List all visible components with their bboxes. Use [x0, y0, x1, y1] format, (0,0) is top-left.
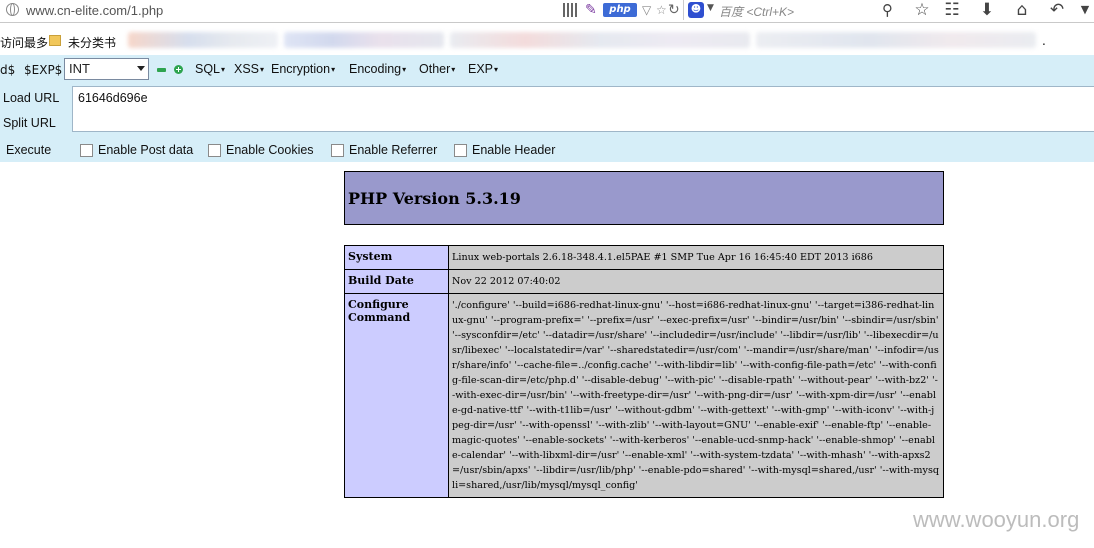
menu-other[interactable]: Other — [419, 62, 455, 76]
redacted-bookmarks — [450, 32, 750, 48]
row-key: System — [344, 245, 449, 270]
table-row: System Linux web-portals 2.6.18-348.4.1.… — [344, 245, 944, 270]
menu-xss[interactable]: XSS — [234, 62, 264, 76]
watermark: www.wooyun.org — [913, 507, 1080, 532]
bookmark-most-visited[interactable]: 访问最多 — [0, 34, 48, 51]
url-dropdown-icon[interactable]: ▽ — [642, 2, 651, 18]
bookmarks-list-icon[interactable]: ☷ — [941, 0, 963, 20]
checkbox-label: Enable Cookies — [226, 143, 314, 157]
php-badge-icon[interactable]: php — [603, 3, 637, 17]
phpinfo-table: System Linux web-portals 2.6.18-348.4.1.… — [344, 245, 944, 498]
hackbar-toolbar: d$ $EXP$ INT SQL XSS Encryption Encoding… — [0, 55, 1094, 86]
execute-button[interactable]: Execute — [6, 143, 51, 157]
row-key: Build Date — [344, 269, 449, 294]
address-input[interactable]: www.cn-elite.com/1.php — [26, 3, 163, 18]
php-version-header: PHP Version 5.3.19 — [344, 171, 944, 225]
checkbox-box[interactable] — [208, 144, 221, 157]
checkbox-label: Enable Post data — [98, 143, 194, 157]
type-select-value: INT — [69, 61, 90, 76]
chevron-down-icon[interactable]: ▼ — [1074, 0, 1094, 20]
menu-encryption[interactable]: Encryption — [271, 62, 335, 76]
url-textarea-value: 61646d696e — [78, 91, 148, 105]
menu-sql[interactable]: SQL — [195, 62, 225, 76]
plus-icon[interactable] — [174, 65, 183, 74]
qr-code-icon[interactable] — [563, 3, 577, 17]
redacted-bookmarks — [756, 32, 1036, 48]
bookmarks-bar: 访问最多 未分类书 . — [0, 23, 1094, 55]
download-icon[interactable]: ⬇ — [976, 0, 998, 20]
row-value: Nov 22 2012 07:40:02 — [448, 269, 944, 294]
menu-encoding[interactable]: Encoding — [349, 62, 406, 76]
checkbox-box[interactable] — [454, 144, 467, 157]
minus-icon[interactable] — [157, 68, 166, 72]
toolbar-fragment-label[interactable]: d$ — [0, 63, 15, 77]
globe-icon — [6, 3, 19, 16]
pen-icon[interactable]: ✎ — [585, 2, 597, 18]
bookmark-overflow: . — [1042, 34, 1046, 48]
search-input[interactable]: 百度 <Ctrl+K> — [719, 3, 794, 20]
load-url-button[interactable]: Load URL — [3, 91, 59, 105]
search-icon[interactable]: ⚲ — [882, 1, 893, 19]
exp-tag-button[interactable]: $EXP$ — [24, 63, 62, 77]
hackbar-panel: d$ $EXP$ INT SQL XSS Encryption Encoding… — [0, 55, 1094, 162]
search-engine-dropdown-icon[interactable]: ▼ — [707, 3, 714, 13]
checkbox-label: Enable Header — [472, 143, 556, 157]
row-value: './configure' '--build=i686-redhat-linux… — [448, 293, 944, 498]
url-textarea[interactable]: 61646d696e — [72, 86, 1094, 132]
bookmark-star-outline-icon[interactable]: ☆ — [656, 2, 667, 18]
refresh-icon[interactable]: ↻ — [668, 2, 680, 18]
bookmark-star-icon[interactable]: ☆ — [911, 0, 933, 20]
home-icon[interactable]: ⌂ — [1011, 0, 1033, 20]
row-key: Configure Command — [344, 293, 449, 498]
search-box[interactable]: ☻ ▼ 百度 <Ctrl+K> ⚲ — [683, 0, 902, 20]
page-content: PHP Version 5.3.19 System Linux web-port… — [0, 162, 1094, 548]
url-bar: www.cn-elite.com/1.php ✎ php ▽ ☆ ↻ ☻ ▼ 百… — [0, 0, 1094, 23]
split-url-button[interactable]: Split URL — [3, 116, 56, 130]
page-title: PHP Version 5.3.19 — [348, 189, 521, 208]
folder-icon — [49, 35, 61, 46]
chevron-down-icon — [137, 66, 145, 71]
row-value: Linux web-portals 2.6.18-348.4.1.el5PAE … — [448, 245, 944, 270]
checkbox-box[interactable] — [331, 144, 344, 157]
type-select[interactable]: INT — [64, 58, 149, 80]
table-row: Configure Command './configure' '--build… — [344, 293, 944, 498]
checkbox-label: Enable Referrer — [349, 143, 438, 157]
back-icon[interactable]: ↶ — [1046, 0, 1068, 20]
paw-icon[interactable]: ☻ — [688, 2, 704, 18]
menu-exp[interactable]: EXP — [468, 62, 498, 76]
redacted-bookmarks — [128, 32, 278, 48]
table-row: Build Date Nov 22 2012 07:40:02 — [344, 269, 944, 294]
bookmark-uncategorized[interactable]: 未分类书 — [68, 34, 116, 51]
checkbox-box[interactable] — [80, 144, 93, 157]
redacted-bookmarks — [284, 32, 444, 48]
